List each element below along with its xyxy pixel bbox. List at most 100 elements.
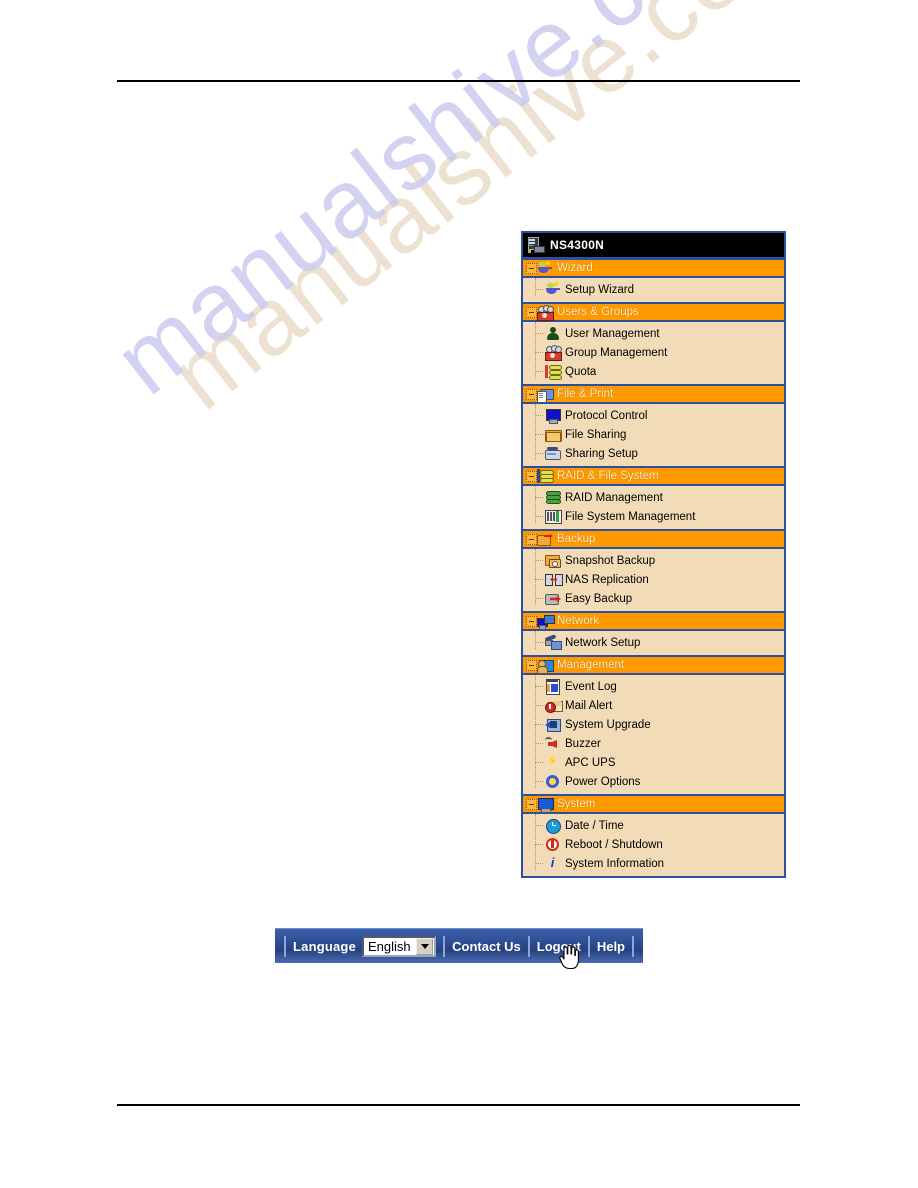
setup-wizard-icon xyxy=(545,282,561,297)
nav-item-label: Snapshot Backup xyxy=(565,554,656,567)
nav-group-system[interactable]: System xyxy=(523,794,784,814)
language-select[interactable]: English xyxy=(362,935,437,957)
toolbar-divider xyxy=(587,935,590,957)
snapshot-camera-icon xyxy=(545,553,561,568)
nav-item-system-information[interactable]: i System Information xyxy=(523,854,784,873)
nav-item-label: NAS Replication xyxy=(565,573,649,586)
raid-stack-icon xyxy=(537,468,554,484)
collapse-toggle-icon[interactable] xyxy=(526,533,537,545)
nav-item-setup-wizard[interactable]: Setup Wizard xyxy=(523,280,784,299)
nav-item-label: Buzzer xyxy=(565,737,601,750)
logout-link[interactable]: Logout xyxy=(537,939,581,954)
nav-item-sharing-setup[interactable]: Sharing Setup xyxy=(523,444,784,463)
nav-item-easy-backup[interactable]: Easy Backup xyxy=(523,589,784,608)
language-label: Language xyxy=(293,938,356,954)
easy-backup-icon xyxy=(545,591,561,606)
bottom-toolbar: Language English Contact Us Logout Help xyxy=(275,928,643,963)
nav-item-label: Sharing Setup xyxy=(565,447,638,460)
nav-item-label: Easy Backup xyxy=(565,592,633,605)
nav-item-nas-replication[interactable]: NAS Replication xyxy=(523,570,784,589)
document-page: manualshive.com manualshive.com NS4300N … xyxy=(0,0,918,1188)
collapse-toggle-icon[interactable] xyxy=(526,262,537,274)
toolbar-divider xyxy=(284,935,286,957)
quota-icon xyxy=(545,364,562,380)
system-upgrade-icon xyxy=(545,717,561,732)
users-group-icon xyxy=(537,304,554,321)
nav-item-label: Setup Wizard xyxy=(565,283,635,296)
nav-item-label: Protocol Control xyxy=(565,409,648,422)
nav-item-file-system-management[interactable]: File System Management xyxy=(523,507,784,526)
clock-icon xyxy=(545,818,561,834)
nav-item-label: File System Management xyxy=(565,510,696,523)
ups-lightning-icon xyxy=(545,755,561,770)
nav-item-mail-alert[interactable]: Mail Alert xyxy=(523,696,784,715)
nav-item-buzzer[interactable]: Buzzer xyxy=(523,734,784,753)
chevron-down-icon[interactable] xyxy=(416,937,434,955)
nav-item-user-management[interactable]: User Management xyxy=(523,324,784,343)
collapse-toggle-icon[interactable] xyxy=(526,798,537,810)
event-log-icon xyxy=(545,679,561,695)
wizard-lamp-icon xyxy=(537,260,553,276)
nav-item-label: System Information xyxy=(565,857,665,870)
nav-group-backup[interactable]: Backup xyxy=(523,529,784,549)
toolbar-divider xyxy=(632,935,634,957)
buzzer-speaker-icon xyxy=(545,736,561,751)
folder-icon xyxy=(545,427,562,442)
power-options-icon xyxy=(545,774,561,789)
nav-item-label: Network Setup xyxy=(565,636,641,649)
nav-group-raid-filesystem[interactable]: RAID & File System xyxy=(523,466,784,486)
collapse-toggle-icon[interactable] xyxy=(526,470,537,482)
nav-item-label: Event Log xyxy=(565,680,617,693)
nav-item-label: APC UPS xyxy=(565,756,616,769)
nav-subitems-network: Network Setup xyxy=(523,631,784,655)
nav-item-label: Power Options xyxy=(565,775,641,788)
nav-item-label: Date / Time xyxy=(565,819,624,832)
nav-group-label: RAID & File System xyxy=(557,470,659,482)
mail-alert-icon xyxy=(545,698,563,713)
replication-icon xyxy=(545,572,563,587)
nav-group-users-groups[interactable]: Users & Groups xyxy=(523,302,784,322)
collapse-toggle-icon[interactable] xyxy=(526,306,537,318)
sharing-setup-icon xyxy=(545,446,561,461)
nav-item-event-log[interactable]: Event Log xyxy=(523,677,784,696)
nav-item-system-upgrade[interactable]: System Upgrade xyxy=(523,715,784,734)
nav-title-text: NS4300N xyxy=(550,238,605,252)
power-button-icon xyxy=(545,837,561,852)
nav-panel: NS4300N Wizard Setup Wizard Users & Grou… xyxy=(521,231,786,878)
collapse-toggle-icon[interactable] xyxy=(526,388,537,400)
nav-item-label: RAID Management xyxy=(565,491,663,504)
nav-group-management[interactable]: Management xyxy=(523,655,784,675)
nav-group-file-print[interactable]: File & Print xyxy=(523,384,784,404)
page-footer-rule xyxy=(117,1104,800,1106)
collapse-toggle-icon[interactable] xyxy=(526,659,537,671)
nav-item-file-sharing[interactable]: File Sharing xyxy=(523,425,784,444)
nav-subitems-backup: Snapshot Backup NAS Replication Easy Bac… xyxy=(523,549,784,611)
nav-group-wizard[interactable]: Wizard xyxy=(523,258,784,278)
nav-group-label: File & Print xyxy=(557,388,614,400)
page-header-rule xyxy=(117,80,800,82)
nav-item-power-options[interactable]: Power Options xyxy=(523,772,784,791)
nav-item-group-management[interactable]: Group Management xyxy=(523,343,784,362)
nav-item-quota[interactable]: Quota xyxy=(523,362,784,381)
nav-item-snapshot-backup[interactable]: Snapshot Backup xyxy=(523,551,784,570)
collapse-toggle-icon[interactable] xyxy=(526,615,537,627)
nav-group-label: Management xyxy=(557,659,625,671)
help-link[interactable]: Help xyxy=(597,939,625,954)
nav-item-network-setup[interactable]: Network Setup xyxy=(523,633,784,652)
nav-item-label: User Management xyxy=(565,327,660,340)
nav-item-protocol-control[interactable]: Protocol Control xyxy=(523,406,784,425)
nav-subitems-management: Event Log Mail Alert System Upgrade Buzz… xyxy=(523,675,784,794)
group-icon xyxy=(545,345,562,361)
nav-group-label: Users & Groups xyxy=(557,306,639,318)
nav-group-network[interactable]: Network xyxy=(523,611,784,631)
nav-group-label: Network xyxy=(557,615,600,627)
nav-item-reboot-shutdown[interactable]: Reboot / Shutdown xyxy=(523,835,784,854)
nav-item-date-time[interactable]: Date / Time xyxy=(523,816,784,835)
nav-item-raid-management[interactable]: RAID Management xyxy=(523,488,784,507)
nav-item-apc-ups[interactable]: APC UPS xyxy=(523,753,784,772)
monitor-icon xyxy=(545,408,561,424)
nav-group-label: Wizard xyxy=(557,262,593,274)
filesystem-icon xyxy=(545,509,562,524)
contact-us-link[interactable]: Contact Us xyxy=(452,939,521,954)
toolbar-divider xyxy=(443,935,446,957)
